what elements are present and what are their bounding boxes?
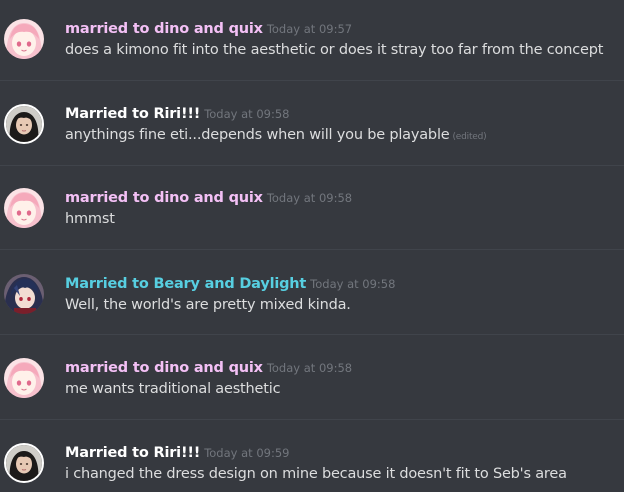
- message-timestamp: Today at 09:58: [310, 277, 396, 291]
- message-group: married to dino and quix Today at 09:58 h…: [0, 172, 624, 256]
- message-divider: [0, 165, 624, 166]
- message-divider: [0, 249, 624, 250]
- message-text: hmmst: [65, 211, 115, 227]
- message-group: married to dino and quix Today at 09:58 m…: [0, 342, 624, 426]
- message-timestamp: Today at 09:58: [266, 191, 353, 205]
- message-timestamp: Today at 09:58: [266, 361, 353, 375]
- username[interactable]: Married to Beary and Daylight: [65, 276, 306, 292]
- username[interactable]: married to dino and quix: [65, 190, 263, 206]
- message-content: anythings fine eti...depends when will y…: [65, 125, 487, 147]
- message-group: married to dino and quix Today at 09:57 d…: [0, 3, 624, 87]
- message-group: Married to Beary and Daylight Today at 09…: [0, 258, 624, 342]
- pink-hair-avatar[interactable]: [4, 188, 44, 228]
- edited-tag: (edited): [452, 132, 487, 142]
- username[interactable]: Married to Riri!!!: [65, 445, 200, 461]
- message-divider: [0, 419, 624, 420]
- pink-hair-avatar[interactable]: [4, 19, 44, 59]
- message-divider: [0, 334, 624, 335]
- message-timestamp: Today at 09:59: [204, 446, 290, 460]
- pink-hair-avatar[interactable]: [4, 358, 44, 398]
- chat-message-list: married to dino and quix Today at 09:57 d…: [0, 0, 624, 492]
- message-text: anythings fine eti...depends when will y…: [65, 127, 450, 143]
- blue-hair-character-avatar[interactable]: [4, 274, 44, 314]
- message-text: does a kimono fit into the aesthetic or …: [65, 42, 604, 58]
- message-group: Married to Riri!!! Today at 09:58 anythin…: [0, 88, 624, 172]
- username[interactable]: married to dino and quix: [65, 360, 263, 376]
- username[interactable]: married to dino and quix: [65, 21, 263, 37]
- dark-hair-girl-avatar[interactable]: [4, 104, 44, 144]
- message-text: me wants traditional aesthetic: [65, 381, 281, 397]
- message-text: Well, the world's are pretty mixed kinda…: [65, 297, 351, 313]
- message-group: Married to Riri!!! Today at 09:59 i chang…: [0, 427, 624, 492]
- message-divider: [0, 80, 624, 81]
- dark-hair-girl-avatar[interactable]: [4, 443, 44, 483]
- message-timestamp: Today at 09:58: [204, 107, 290, 121]
- message-text: i changed the dress design on mine becau…: [65, 466, 567, 482]
- username[interactable]: Married to Riri!!!: [65, 106, 200, 122]
- message-timestamp: Today at 09:57: [266, 22, 353, 36]
